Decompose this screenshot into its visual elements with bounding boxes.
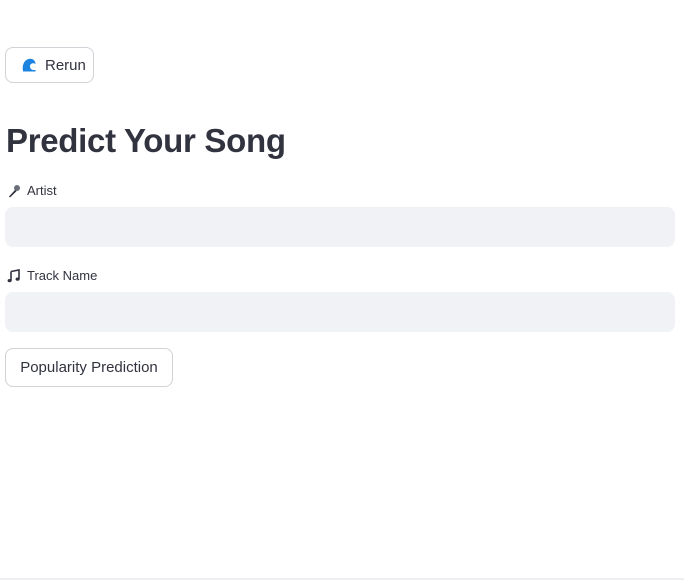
page-title: Predict Your Song [6, 122, 286, 159]
music-notes-icon [7, 268, 21, 283]
track-name-input[interactable] [5, 292, 675, 332]
artist-label-text: Artist [27, 183, 57, 198]
app-page: Rerun Predict Your Song Artist Track Nam… [0, 0, 684, 580]
track-name-field-label: Track Name [7, 268, 97, 283]
rerun-button-label: Rerun [45, 56, 86, 74]
rerun-button[interactable]: Rerun [5, 47, 94, 83]
track-name-label-text: Track Name [27, 268, 98, 283]
artist-input[interactable] [5, 207, 675, 247]
popularity-prediction-button[interactable]: Popularity Prediction [5, 348, 173, 387]
artist-field-label: Artist [7, 183, 57, 198]
rerun-wave-icon [20, 56, 38, 74]
microphone-icon [7, 184, 21, 198]
